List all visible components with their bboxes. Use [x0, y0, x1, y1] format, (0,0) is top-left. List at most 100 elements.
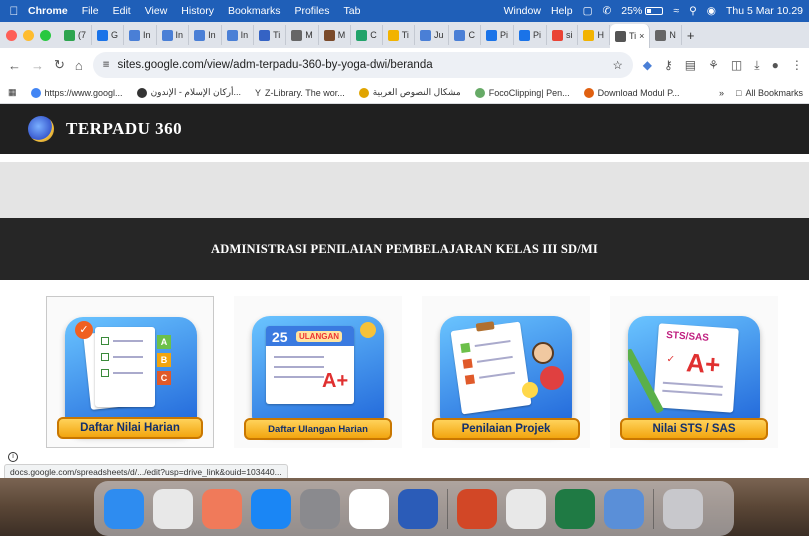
bookmark-item[interactable]: https://www.googl...: [30, 87, 123, 98]
forward-icon[interactable]: →: [31, 58, 44, 73]
more-bookmarks-button[interactable]: »: [719, 88, 724, 98]
finder-icon[interactable]: [104, 488, 144, 529]
password-icon[interactable]: ⚷: [664, 58, 673, 73]
browser-tab[interactable]: Ti: [383, 25, 415, 45]
apps-grid-icon[interactable]: ▦: [8, 87, 17, 98]
browser-tab[interactable]: Ti: [254, 25, 287, 45]
tab-favicon-icon: [485, 29, 497, 41]
bookmark-item[interactable]: Y Z-Library. The wor...: [255, 88, 345, 98]
menu-app-name[interactable]: Chrome: [28, 5, 68, 17]
menu-edit[interactable]: Edit: [113, 5, 131, 17]
spotlight-icon[interactable]: ⚲: [689, 5, 697, 17]
bookmark-item[interactable]: Download Modul P...: [583, 87, 680, 98]
browser-tab[interactable]: In: [124, 25, 157, 45]
info-icon[interactable]: i: [8, 452, 18, 462]
excel-icon[interactable]: [555, 488, 595, 529]
browser-tab[interactable]: G: [92, 25, 125, 45]
menu-bookmarks[interactable]: Bookmarks: [228, 5, 281, 17]
word-icon[interactable]: [398, 488, 438, 529]
site-logo[interactable]: [28, 116, 54, 142]
back-icon[interactable]: ←: [8, 58, 21, 73]
bookmark-star-icon[interactable]: ☆: [612, 58, 622, 72]
tab-title: C: [468, 30, 475, 40]
menu-tab[interactable]: Tab: [343, 5, 360, 17]
minimize-window-icon[interactable]: [23, 29, 34, 41]
address-bar[interactable]: ≡ sites.google.com/view/adm-terpadu-360-…: [92, 52, 633, 78]
menu-window[interactable]: Window: [504, 5, 541, 17]
address-url[interactable]: sites.google.com/view/adm-terpadu-360-by…: [117, 59, 604, 71]
card-daftar-nilai-harian[interactable]: A B C ✓ Daftar Nilai Harian: [46, 296, 214, 448]
card-daftar-ulangan-harian[interactable]: 25 ULANGAN A+ Daftar Ulangan Harian: [234, 296, 402, 448]
system-settings-icon[interactable]: [300, 488, 340, 529]
card-label[interactable]: Daftar Ulangan Harian: [244, 418, 392, 440]
new-tab-button[interactable]: +: [682, 25, 700, 45]
card-label[interactable]: Nilai STS / SAS: [620, 418, 768, 440]
browser-tab[interactable]: N: [650, 25, 682, 45]
reload-icon[interactable]: ↻: [54, 57, 65, 73]
app-store-icon[interactable]: [251, 488, 291, 529]
browser-tab[interactable]: Pi: [514, 25, 547, 45]
tab-favicon-icon: [356, 29, 368, 41]
calendar-app-icon[interactable]: [153, 488, 193, 529]
menu-history[interactable]: History: [181, 5, 214, 17]
apple-icon[interactable]: : [0, 4, 28, 18]
browser-tab[interactable]: In: [157, 25, 190, 45]
profile-avatar-icon[interactable]: ●: [772, 58, 779, 73]
tab-favicon-icon: [614, 30, 626, 42]
home-icon[interactable]: ⌂: [75, 58, 83, 73]
chrome-menu-icon[interactable]: ⋮: [791, 58, 803, 73]
menu-file[interactable]: File: [82, 5, 99, 17]
browser-tab[interactable]: (7: [59, 25, 93, 45]
battery-indicator[interactable]: 25%: [621, 5, 664, 17]
preview-icon[interactable]: [604, 488, 644, 529]
browser-tab[interactable]: M: [286, 25, 319, 45]
tab-title: Pi: [532, 30, 541, 40]
side-panel-icon[interactable]: ◫: [731, 58, 742, 73]
zoom-window-icon[interactable]: [40, 29, 51, 41]
browser-tab[interactable]: H: [578, 25, 610, 45]
menubar-clock[interactable]: Thu 5 Mar 10.29: [726, 5, 803, 17]
browser-tab[interactable]: M: [319, 25, 352, 45]
phone-icon[interactable]: ✆: [602, 5, 611, 17]
card-penilaian-projek[interactable]: Penilaian Projek: [422, 296, 590, 448]
browser-tab[interactable]: si: [547, 25, 579, 45]
close-tab-icon[interactable]: ×: [639, 31, 644, 41]
browser-tab[interactable]: Ti ×: [609, 24, 651, 48]
reading-list-icon[interactable]: ▤: [685, 58, 696, 73]
calendar-test-icon[interactable]: 25 ULANGAN A+: [252, 316, 384, 434]
bookmark-item[interactable]: FocoClipping| Pen...: [474, 87, 570, 98]
site-title[interactable]: TERPADU 360: [66, 119, 182, 139]
chrome-icon[interactable]: [349, 488, 389, 529]
site-icon: [474, 87, 485, 98]
extension-icon[interactable]: ◆: [643, 58, 652, 73]
exam-paper-icon[interactable]: STS/SAS ✓ A+: [628, 316, 760, 434]
browser-tab[interactable]: C: [351, 25, 383, 45]
photos-icon[interactable]: [202, 488, 242, 529]
browser-tab[interactable]: C: [449, 25, 481, 45]
browser-tab[interactable]: In: [222, 25, 255, 45]
wifi-icon[interactable]: ≈: [673, 5, 679, 17]
menu-help[interactable]: Help: [551, 5, 573, 17]
display-icon[interactable]: ▢: [583, 5, 593, 17]
download-icon[interactable]: ⤓: [754, 58, 759, 73]
menu-view[interactable]: View: [145, 5, 168, 17]
site-info-icon[interactable]: ≡: [103, 59, 110, 71]
bookmark-item[interactable]: مشكال النصوص العربية: [358, 87, 461, 98]
card-nilai-sts-sas[interactable]: STS/SAS ✓ A+ Nilai STS / SAS: [610, 296, 778, 448]
window-controls: [6, 29, 51, 41]
all-bookmarks-button[interactable]: □ All Bookmarks: [736, 88, 803, 98]
browser-tab[interactable]: Pi: [481, 25, 514, 45]
puzzle-icon[interactable]: ⚘: [708, 58, 719, 73]
control-center-icon[interactable]: ◉: [707, 5, 716, 17]
project-clipboard-icon[interactable]: [440, 316, 572, 434]
close-window-icon[interactable]: [6, 29, 17, 41]
trash-icon[interactable]: [663, 488, 703, 529]
powerpoint-icon[interactable]: [457, 488, 497, 529]
bookmark-item[interactable]: أركان الإسلام - الإندون...: [136, 87, 241, 98]
card-label[interactable]: Daftar Nilai Harian: [57, 417, 203, 439]
browser-tab[interactable]: In: [189, 25, 222, 45]
zotero-icon[interactable]: [506, 488, 546, 529]
menu-profiles[interactable]: Profiles: [294, 5, 329, 17]
browser-tab[interactable]: Ju: [415, 25, 450, 45]
card-label[interactable]: Penilaian Projek: [432, 418, 580, 440]
